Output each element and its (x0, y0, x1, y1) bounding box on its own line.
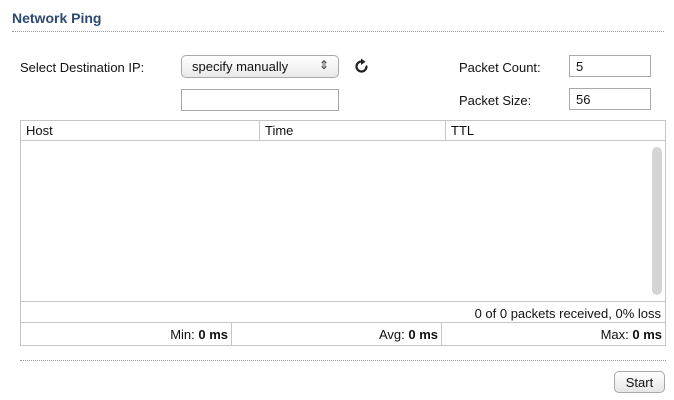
packet-count-input[interactable] (569, 55, 651, 77)
min-label: Min: (170, 327, 199, 342)
avg-stat: Avg: 0 ms (231, 323, 441, 345)
max-stat: Max: 0 ms (441, 323, 665, 345)
ping-results-table: Host Time TTL 0 of 0 packets received, 0… (20, 120, 666, 346)
min-stat: Min: 0 ms (21, 323, 231, 345)
column-header-host[interactable]: Host (21, 121, 259, 141)
packet-count-label: Packet Count: (459, 60, 541, 75)
bottom-divider (20, 360, 666, 361)
table-header: Host Time TTL (21, 121, 665, 141)
destination-ip-label: Select Destination IP: (20, 60, 145, 75)
network-ping-panel: Network Ping Select Destination IP: spec… (0, 0, 674, 400)
select-arrows-icon: ⇕ (318, 58, 329, 72)
packet-size-input[interactable] (569, 88, 651, 110)
destination-ip-selected-value: specify manually (192, 59, 289, 74)
min-value: 0 ms (198, 327, 228, 342)
avg-value: 0 ms (408, 327, 438, 342)
max-label: Max: (600, 327, 633, 342)
packet-size-label: Packet Size: (459, 93, 532, 108)
panel-title: Network Ping (12, 10, 102, 26)
stats-row: Min: 0 ms Avg: 0 ms Max: 0 ms (21, 323, 665, 345)
destination-ip-select[interactable]: specify manually ⇕ (181, 55, 339, 78)
column-header-ttl[interactable]: TTL (445, 121, 665, 141)
title-divider (12, 31, 664, 32)
start-button[interactable]: Start (614, 371, 665, 393)
column-header-time[interactable]: Time (259, 121, 445, 141)
max-value: 0 ms (632, 327, 662, 342)
manual-ip-input[interactable] (181, 89, 339, 111)
refresh-icon[interactable] (352, 57, 372, 77)
avg-label: Avg: (378, 327, 409, 342)
packet-summary: 0 of 0 packets received, 0% loss (21, 301, 665, 323)
results-scrollbar[interactable] (652, 147, 662, 295)
